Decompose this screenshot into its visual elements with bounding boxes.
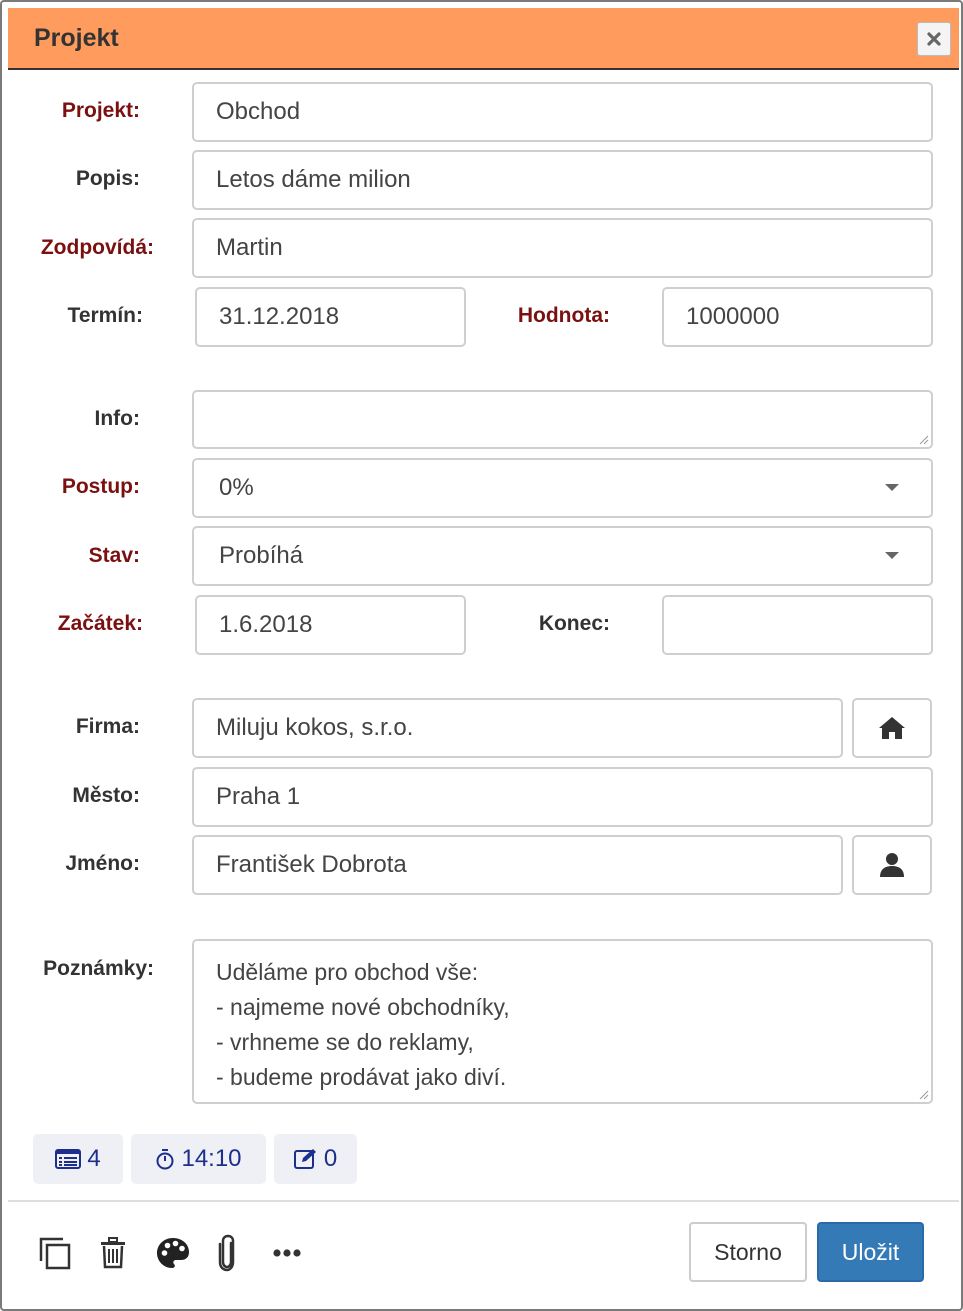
mesto-input[interactable]: Praha 1 <box>192 767 933 827</box>
notes-count: 0 <box>323 1145 338 1172</box>
delete-button[interactable] <box>92 1232 134 1274</box>
stav-label: Stav: <box>88 544 140 567</box>
zacatek-label: Začátek: <box>57 612 143 635</box>
konec-label: Konec: <box>538 612 610 635</box>
projekt-label: Projekt: <box>61 99 140 122</box>
zodpovida-input[interactable]: Martin <box>192 218 933 278</box>
save-button[interactable]: Uložit <box>817 1222 924 1282</box>
palette-icon <box>157 1238 189 1268</box>
time-chip[interactable]: 14:10 <box>131 1134 266 1184</box>
jmeno-person-button[interactable] <box>852 835 932 895</box>
firma-input[interactable]: Miluju kokos, s.r.o. <box>192 698 843 758</box>
projekt-input[interactable]: Obchod <box>192 82 933 142</box>
stopwatch-icon <box>156 1149 174 1170</box>
hodnota-input[interactable]: 1000000 <box>662 287 933 347</box>
cancel-button[interactable]: Storno <box>689 1222 807 1282</box>
tasks-count-chip[interactable]: 4 <box>33 1134 123 1184</box>
zacatek-input[interactable]: 1.6.2018 <box>195 595 466 655</box>
copy-icon <box>39 1237 71 1270</box>
edit-icon <box>293 1149 316 1169</box>
info-textarea[interactable] <box>192 390 933 449</box>
trash-icon <box>101 1237 125 1269</box>
close-button[interactable] <box>917 22 951 56</box>
termin-label: Termín: <box>67 304 143 327</box>
dialog-title: Projekt <box>34 24 119 52</box>
zodpovida-label: Zodpovídá: <box>40 236 154 259</box>
konec-input[interactable] <box>662 595 933 655</box>
list-icon <box>55 1149 82 1169</box>
attach-button[interactable] <box>206 1232 248 1274</box>
resize-grip-icon[interactable] <box>919 1090 929 1100</box>
resize-grip-icon[interactable] <box>919 435 929 445</box>
jmeno-input[interactable]: František Dobrota <box>192 835 843 895</box>
poznamky-line: - budeme prodávat jako diví. <box>216 1064 507 1090</box>
postup-label: Postup: <box>61 475 140 498</box>
project-dialog: Projekt Projekt: Obchod Popis: Letos dám… <box>0 0 963 1311</box>
poznamky-line: - najmeme nové obchodníky, <box>216 994 510 1020</box>
notes-count-chip[interactable]: 0 <box>274 1134 357 1184</box>
copy-button[interactable] <box>34 1232 76 1274</box>
paperclip-icon <box>218 1234 235 1272</box>
tasks-count: 4 <box>87 1145 101 1172</box>
popis-label: Popis: <box>75 167 140 190</box>
firma-home-button[interactable] <box>852 698 932 758</box>
poznamky-textarea[interactable]: Uděláme pro obchod vše: - najmeme nové o… <box>192 939 933 1104</box>
jmeno-label: Jméno: <box>65 852 140 875</box>
chevron-down-icon <box>885 484 899 491</box>
hodnota-label: Hodnota: <box>517 304 610 327</box>
dialog-titlebar: Projekt <box>8 8 959 70</box>
person-icon <box>880 853 904 877</box>
more-button[interactable] <box>266 1232 308 1274</box>
stav-value: Probíhá <box>219 542 304 569</box>
time-value: 14:10 <box>181 1145 242 1172</box>
poznamky-label: Poznámky: <box>43 957 154 980</box>
more-icon <box>273 1249 301 1257</box>
popis-input[interactable]: Letos dáme milion <box>192 150 933 210</box>
chevron-down-icon <box>885 552 899 559</box>
poznamky-line: - vrhneme se do reklamy, <box>216 1029 474 1055</box>
termin-input[interactable]: 31.12.2018 <box>195 287 466 347</box>
stav-select[interactable]: Probíhá <box>192 526 933 586</box>
poznamky-line: Uděláme pro obchod vše: <box>216 959 479 985</box>
color-button[interactable] <box>152 1232 194 1274</box>
postup-select[interactable]: 0% <box>192 458 933 518</box>
firma-label: Firma: <box>75 715 140 738</box>
mesto-label: Město: <box>72 784 140 807</box>
info-label: Info: <box>94 407 140 430</box>
postup-value: 0% <box>219 474 254 501</box>
close-icon <box>927 32 941 46</box>
footer-separator <box>8 1200 959 1202</box>
home-icon <box>879 717 905 739</box>
